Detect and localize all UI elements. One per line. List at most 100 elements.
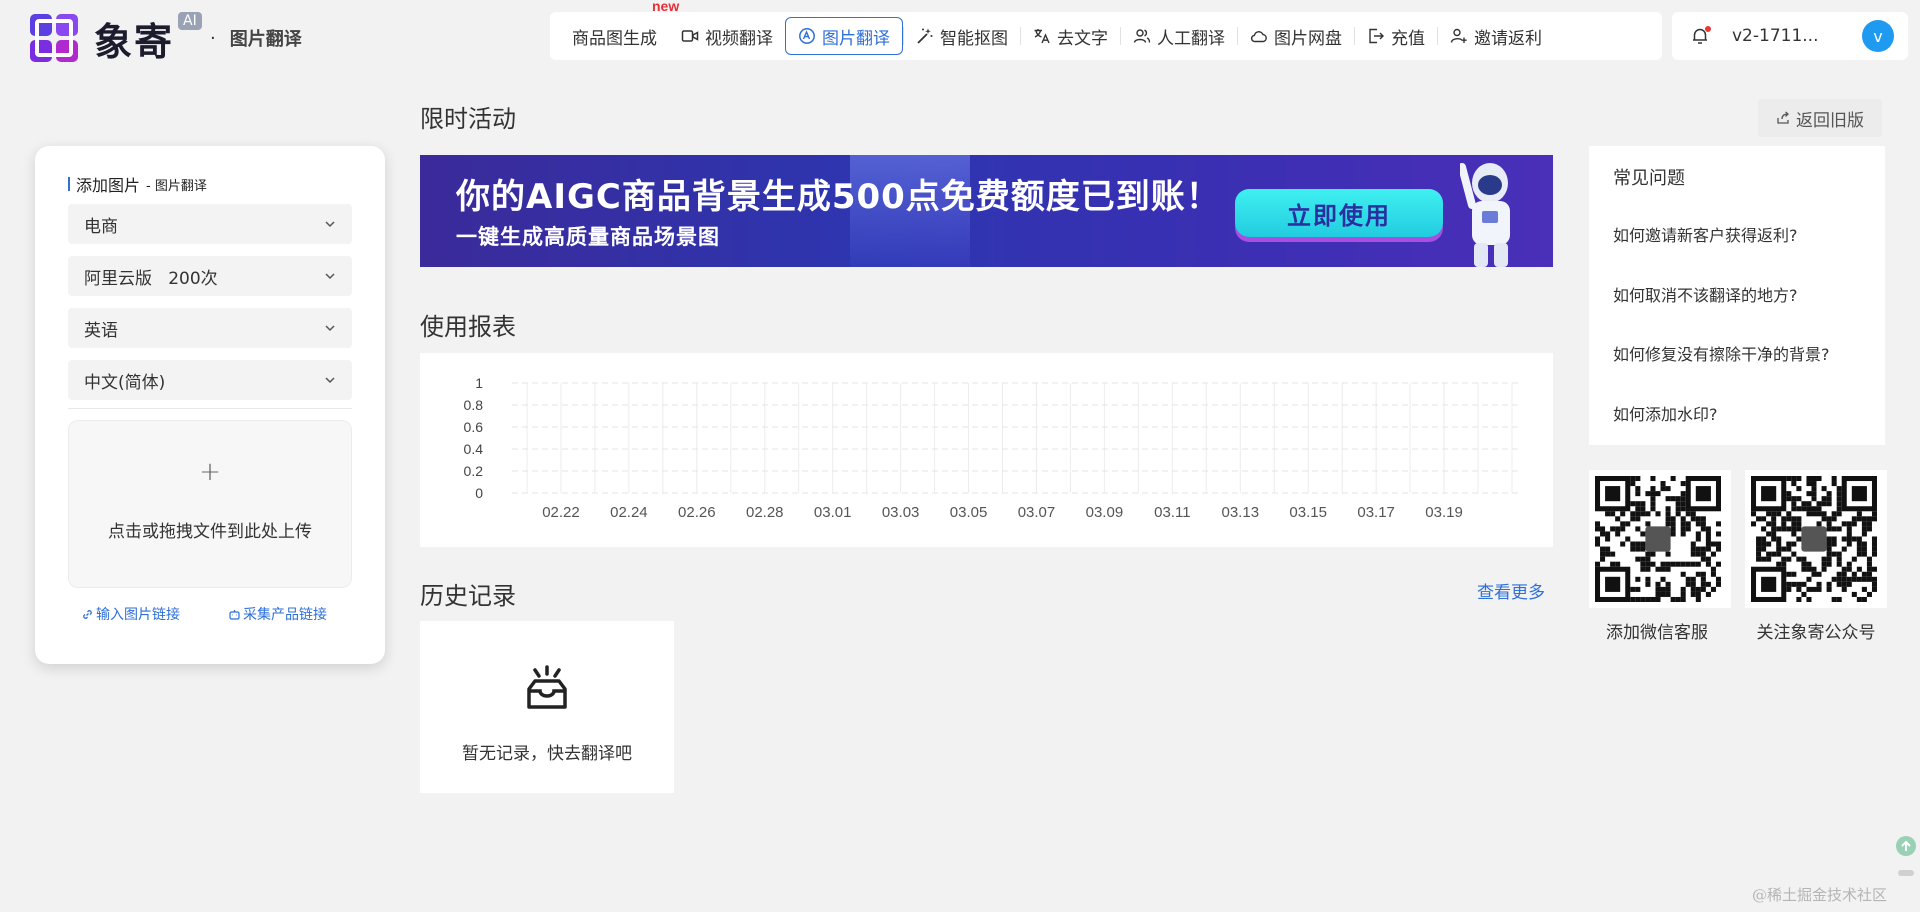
y-tick-label: 0.6 xyxy=(464,419,484,435)
faq-item[interactable]: 如何取消不该翻译的地方? xyxy=(1613,282,1798,306)
use-now-button[interactable]: 立即使用 xyxy=(1235,189,1443,237)
engine-select[interactable]: 阿里云版 200次 xyxy=(68,256,352,296)
history-empty-card: 暂无记录，快去翻译吧 xyxy=(420,621,674,793)
user-group-icon xyxy=(1133,29,1151,43)
nav-image-translate[interactable]: 图片翻译 xyxy=(785,17,903,55)
select-value: 电商 xyxy=(84,216,118,237)
ai-badge: AI xyxy=(178,12,202,30)
nav-product-image[interactable]: 商品图生成 new xyxy=(560,0,679,55)
x-tick-label: 02.22 xyxy=(542,504,580,521)
x-tick-label: 03.17 xyxy=(1357,504,1395,521)
user-plus-icon xyxy=(1450,28,1467,43)
translate-text-icon xyxy=(1034,29,1050,44)
chevron-down-icon xyxy=(325,325,335,332)
user-area: v2-1711... v xyxy=(1672,12,1908,60)
promo-banner[interactable]: 你的AIGC商品背景生成500点免费额度已到账！ 一键生成高质量商品场景图 立即… xyxy=(420,155,1553,267)
nav-image-cloud[interactable]: 图片网盘 xyxy=(1238,17,1354,55)
history-title: 历史记录 xyxy=(420,582,516,610)
faq-title: 常见问题 xyxy=(1613,168,1685,189)
upload-hint: 点击或拖拽文件到此处上传 xyxy=(108,522,312,542)
inbox-icon xyxy=(527,665,567,709)
faq-card: 常见问题 如何邀请新客户获得返利? 如何取消不该翻译的地方? 如何修复没有擦除干… xyxy=(1589,146,1885,445)
nav-video-translate[interactable]: 视频翻译 xyxy=(669,17,785,55)
banner-subline: 一键生成高质量商品场景图 xyxy=(456,225,720,249)
qr-code-icon xyxy=(1595,476,1721,602)
brand-page-name: 图片翻译 xyxy=(229,29,302,50)
x-tick-label: 03.13 xyxy=(1222,504,1260,521)
banner-headline: 你的AIGC商品背景生成500点免费额度已到账！ xyxy=(456,177,1221,217)
nav-smart-cutout[interactable]: 智能抠图 xyxy=(904,17,1020,55)
divider xyxy=(68,408,352,409)
notification-dot xyxy=(1705,26,1711,32)
faq-item[interactable]: 如何添加水印? xyxy=(1613,401,1718,425)
nav-label: 图片翻译 xyxy=(822,28,890,49)
user-name[interactable]: v2-1711... xyxy=(1732,26,1819,46)
collect-product-link[interactable]: 采集产品链接 xyxy=(228,604,327,624)
x-tick-label: 02.26 xyxy=(678,504,716,521)
nav-label: 充值 xyxy=(1391,28,1425,49)
link-label: 输入图片链接 xyxy=(96,607,180,623)
y-tick-label: 0 xyxy=(475,485,483,501)
brand-name: 象寄 xyxy=(94,18,175,64)
empty-history-text: 暂无记录，快去翻译吧 xyxy=(462,744,632,764)
image-url-link[interactable]: 输入图片链接 xyxy=(81,604,180,624)
nav-label: 图片网盘 xyxy=(1274,28,1342,49)
nav-label: 人工翻译 xyxy=(1157,28,1225,49)
x-tick-label: 03.11 xyxy=(1154,504,1190,521)
source-language-select[interactable]: 英语 xyxy=(68,308,352,348)
chevron-down-icon xyxy=(325,377,335,384)
recharge-icon xyxy=(1369,28,1384,44)
share-arrow-icon xyxy=(1777,111,1789,124)
faq-item[interactable]: 如何邀请新客户获得返利? xyxy=(1613,222,1798,246)
magic-wand-icon xyxy=(917,28,933,44)
panel-subtitle: - 图片翻译 xyxy=(146,178,207,194)
nav-label: 邀请返利 xyxy=(1474,28,1542,49)
video-icon xyxy=(681,30,699,42)
nav-label: 商品图生成 xyxy=(572,28,657,49)
old-version-label: 返回旧版 xyxy=(1796,110,1864,131)
x-tick-label: 03.01 xyxy=(814,504,852,521)
nav-remove-text[interactable]: 去文字 xyxy=(1021,17,1120,55)
x-tick-label: 03.07 xyxy=(1018,504,1056,521)
cloud-icon xyxy=(1250,31,1267,43)
upload-dropzone[interactable]: + 点击或拖拽文件到此处上传 xyxy=(68,420,352,588)
brand-logo[interactable]: 象寄 AI · 图片翻译 xyxy=(28,10,302,66)
faq-item[interactable]: 如何修复没有擦除干净的背景? xyxy=(1613,341,1830,365)
nav-label: 视频翻译 xyxy=(705,28,773,49)
avatar[interactable]: v xyxy=(1862,20,1894,52)
usage-chart-svg: 1 0.8 0.6 0.4 0.2 0 02.22 02.24 02.26 02.28 03.01 0… xyxy=(464,375,1522,521)
robot-icon xyxy=(229,609,240,620)
report-title: 使用报表 xyxy=(420,313,516,341)
old-version-button[interactable]: 返回旧版 xyxy=(1758,99,1882,137)
translate-image-icon xyxy=(799,28,815,44)
nav-human-translate[interactable]: 人工翻译 xyxy=(1121,17,1237,55)
y-tick-label: 0.4 xyxy=(464,441,484,457)
select-value: 英语 xyxy=(84,320,118,341)
nav-recharge[interactable]: 充值 xyxy=(1355,17,1437,55)
scene-select[interactable]: 电商 xyxy=(68,204,352,244)
top-nav: 商品图生成 new 视频翻译 图片翻译 智能抠图 去文字 人工翻译 图片网盘 充… xyxy=(550,0,1662,60)
panel-title-text: 添加图片 xyxy=(76,176,141,195)
notification-button[interactable] xyxy=(1690,26,1711,46)
x-tick-label: 03.15 xyxy=(1289,504,1327,521)
target-language-select[interactable]: 中文(简体) xyxy=(68,360,352,400)
add-image-panel: 添加图片 - 图片翻译 电商 阿里云版 200次 英语 中文(简体) + 点击或… xyxy=(35,146,385,664)
wechat-qr xyxy=(1589,470,1731,608)
activity-title: 限时活动 xyxy=(420,105,516,133)
official-account-qr xyxy=(1745,470,1887,608)
wechat-qr-label: 添加微信客服 xyxy=(1606,623,1708,643)
astronaut-illustration xyxy=(1460,163,1510,267)
chevron-down-icon xyxy=(325,221,335,228)
logo-icon xyxy=(30,14,78,62)
view-more-link[interactable]: 查看更多 xyxy=(1477,578,1545,603)
new-badge: new xyxy=(652,0,680,14)
nav-invite-rebate[interactable]: 邀请返利 xyxy=(1438,17,1554,55)
brand-separator: · xyxy=(210,27,216,49)
watermark: @稀土掘金技术社区 xyxy=(1752,886,1888,904)
usage-chart: 1 0.8 0.6 0.4 0.2 0 02.22 02.24 02.26 02.28 03.01 0… xyxy=(420,353,1553,547)
x-tick-label: 02.28 xyxy=(746,504,784,521)
y-tick-label: 1 xyxy=(475,375,483,391)
y-tick-label: 0.2 xyxy=(464,463,484,479)
official-account-qr-label: 关注象寄公众号 xyxy=(1756,623,1876,643)
floating-tool-icon[interactable] xyxy=(1892,834,1920,884)
